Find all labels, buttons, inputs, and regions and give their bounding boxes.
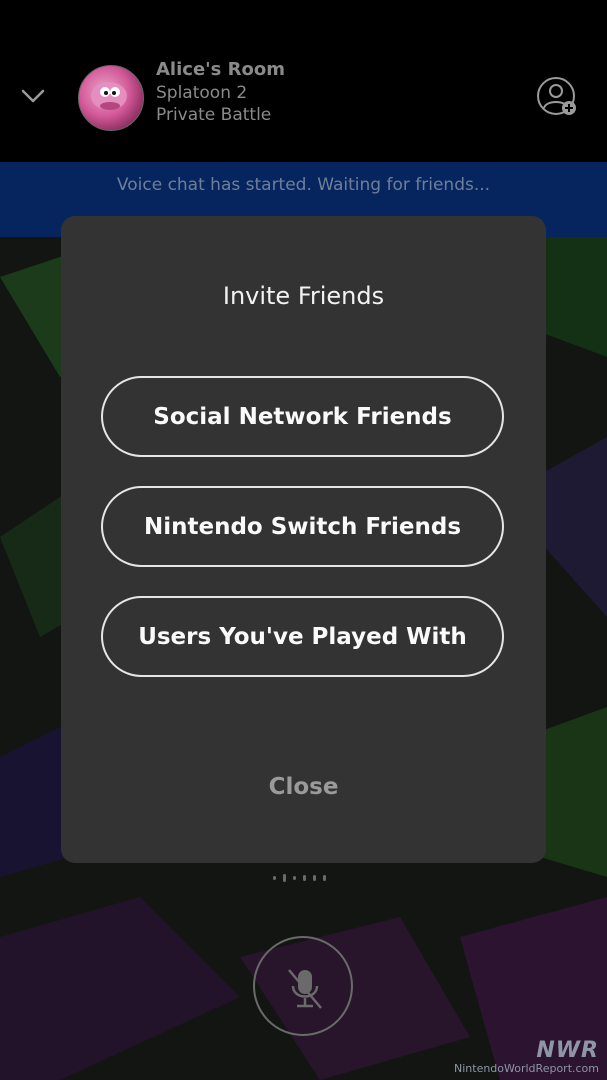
chevron-down-icon[interactable]: [20, 86, 46, 106]
microphone-muted-icon: [288, 969, 322, 1009]
invite-friends-dialog: Invite Friends Social Network Friends Ni…: [61, 216, 546, 863]
avatar-image: [91, 82, 127, 110]
watermark: NWR NintendoWorldReport.com: [454, 1040, 599, 1076]
social-network-friends-button[interactable]: Social Network Friends: [101, 376, 504, 457]
close-button[interactable]: Close: [61, 774, 546, 800]
add-user-icon[interactable]: [536, 76, 578, 118]
watermark-logo: NWR: [536, 1038, 599, 1063]
room-title: Alice's Room: [156, 59, 285, 80]
room-info: Alice's Room Splatoon 2 Private Battle: [156, 58, 285, 126]
voice-chat-status: Voice chat has started. Waiting for frie…: [116, 175, 491, 195]
watermark-url: NintendoWorldReport.com: [454, 1062, 599, 1075]
game-name: Splatoon 2: [156, 83, 248, 103]
users-played-with-button[interactable]: Users You've Played With: [101, 596, 504, 677]
game-mode: Private Battle: [156, 105, 272, 125]
nintendo-switch-friends-button[interactable]: Nintendo Switch Friends: [101, 486, 504, 567]
audio-level-indicator: [273, 874, 326, 882]
header: Alice's Room Splatoon 2 Private Battle: [0, 0, 607, 162]
avatar: [78, 65, 144, 131]
dialog-title: Invite Friends: [222, 282, 385, 310]
mute-microphone-button[interactable]: [253, 936, 353, 1036]
